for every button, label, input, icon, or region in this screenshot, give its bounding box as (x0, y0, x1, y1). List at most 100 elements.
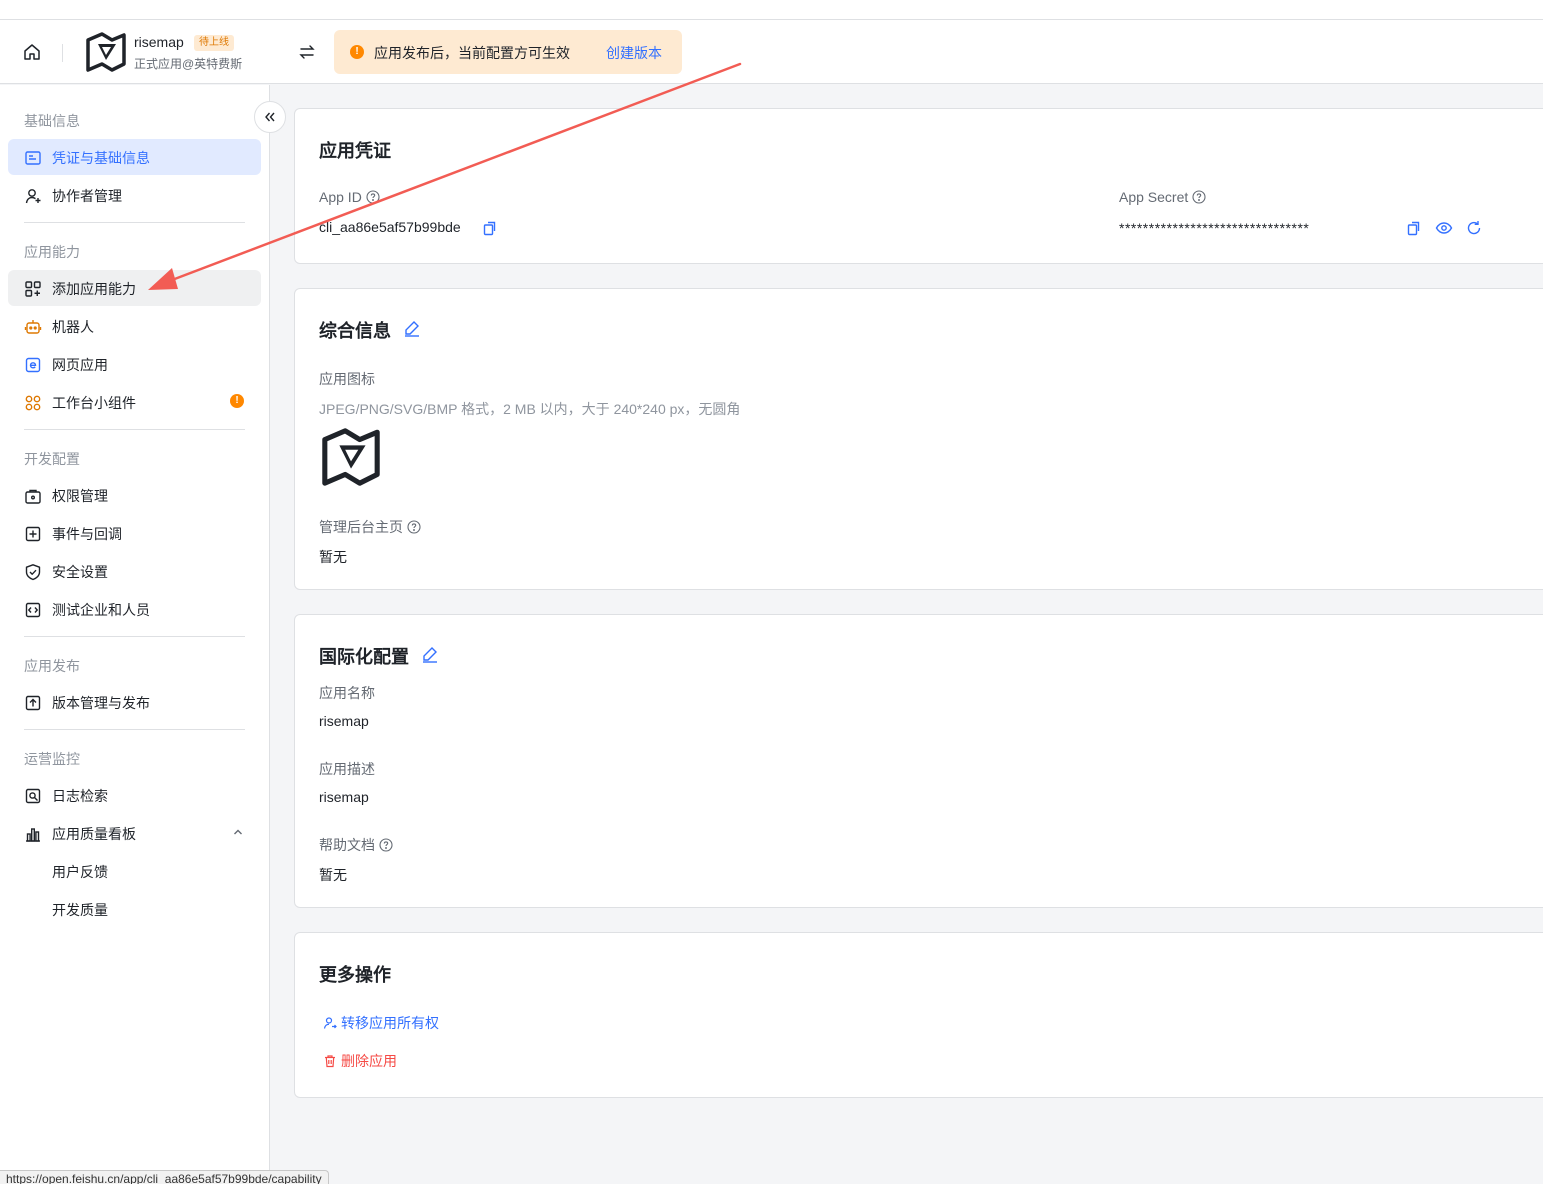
sidebar-item-label: 协作者管理 (52, 188, 122, 204)
card-title: 国际化配置 (319, 647, 409, 667)
delete-app-link[interactable]: 删除应用 (323, 1051, 397, 1071)
edit-icon[interactable] (421, 645, 439, 663)
chevron-up-icon[interactable] (232, 826, 244, 838)
label-text: 管理后台主页 (319, 519, 403, 535)
card-title: 应用凭证 (319, 141, 391, 161)
home-button[interactable] (20, 40, 44, 64)
copy-icon[interactable] (1405, 219, 1423, 237)
sidebar-item-versions[interactable]: 版本管理与发布 (8, 684, 261, 720)
sidebar-item-label: 版本管理与发布 (52, 695, 150, 711)
sidebar-item-label: 开发质量 (52, 902, 108, 918)
label-text: 帮助文档 (319, 837, 375, 853)
app-id-value: cli_aa86e5af57b99bde (319, 219, 461, 235)
i18n-card: 国际化配置 应用名称 risemap 应用描述 risemap 帮助文档 暂无 (294, 614, 1543, 908)
collapse-sidebar-button[interactable] (254, 101, 286, 133)
label-text: App ID (319, 189, 362, 205)
sidebar-item-label: 添加应用能力 (52, 281, 136, 297)
card-title: 更多操作 (319, 965, 391, 985)
section-title-basic: 基础信息 (24, 113, 80, 129)
help-doc-label: 帮助文档 (319, 835, 393, 855)
app-icon-hint: JPEG/PNG/SVG/BMP 格式，2 MB 以内，大于 240*240 p… (319, 401, 741, 417)
sidebar-item-test-org[interactable]: 测试企业和人员 (8, 591, 261, 627)
app-name-value: risemap (319, 713, 369, 729)
header-divider (62, 44, 63, 62)
sidebar-item-web-app[interactable]: 网页应用 (8, 346, 261, 382)
log-search-icon (25, 788, 41, 804)
edit-icon[interactable] (403, 319, 421, 337)
more-actions-card: 更多操作 转移应用所有权 删除应用 (294, 932, 1543, 1098)
admin-home-label: 管理后台主页 (319, 517, 421, 537)
warning-icon: ! (350, 45, 364, 59)
sidebar-subitem-dev-quality[interactable]: 开发质量 (8, 891, 261, 927)
robot-icon (24, 320, 42, 334)
eye-icon[interactable] (1435, 219, 1453, 237)
sidebar-subitem-feedback[interactable]: 用户反馈 (8, 853, 261, 889)
help-icon[interactable] (366, 190, 380, 204)
help-icon[interactable] (407, 520, 421, 534)
sidebar-item-permissions[interactable]: 权限管理 (8, 477, 261, 513)
status-badge: 待上线 (194, 35, 234, 51)
trash-icon (325, 1055, 335, 1068)
user-add-icon (25, 189, 41, 204)
app-icon-label: 应用图标 (319, 371, 375, 387)
sidebar-item-credentials[interactable]: 凭证与基础信息 (8, 139, 261, 175)
credentials-card: 应用凭证 App ID cli_aa86e5af57b99bde App Sec… (294, 108, 1543, 264)
sidebar-divider (24, 429, 245, 430)
app-header: risemap 待上线 正式应用@英特费斯 ! 应用发布后，当前配置方可生效 创… (0, 20, 1543, 84)
section-title-release: 应用发布 (24, 658, 80, 674)
sidebar-item-collaborators[interactable]: 协作者管理 (8, 177, 261, 213)
app-icon-preview[interactable] (319, 425, 383, 489)
sidebar-item-logs[interactable]: 日志检索 (8, 777, 261, 813)
sidebar-item-label: 事件与回调 (52, 526, 122, 542)
sidebar-item-security[interactable]: 安全设置 (8, 553, 261, 589)
help-doc-value: 暂无 (319, 867, 347, 883)
sidebar-item-label: 测试企业和人员 (52, 602, 150, 618)
section-title-capability: 应用能力 (24, 244, 80, 260)
upload-icon (25, 695, 41, 711)
action-label: 转移应用所有权 (341, 1015, 439, 1031)
transfer-ownership-link[interactable]: 转移应用所有权 (323, 1013, 439, 1033)
bar-chart-icon (26, 828, 40, 842)
code-icon (25, 602, 41, 618)
app-name: risemap (134, 34, 184, 50)
web-app-icon (25, 357, 41, 373)
sidebar-item-widget[interactable]: 工作台小组件 ! (8, 384, 261, 420)
sidebar-item-label: 用户反馈 (52, 864, 108, 880)
swap-icon (299, 45, 315, 59)
status-bar-url: https://open.feishu.cn/app/cli_aa86e5af5… (0, 1170, 329, 1184)
label-text: App Secret (1119, 189, 1189, 205)
help-icon[interactable] (1192, 190, 1206, 204)
sidebar-divider (24, 729, 245, 730)
action-label: 删除应用 (341, 1053, 397, 1069)
copy-icon[interactable] (481, 219, 499, 237)
widget-icon (25, 395, 41, 411)
notice-text: 应用发布后，当前配置方可生效 (374, 45, 570, 61)
sidebar: 基础信息 凭证与基础信息 协作者管理 应用能力 添加应用能力 机器人 网页应用 … (0, 85, 270, 1184)
sidebar-divider (24, 636, 245, 637)
section-title-dev: 开发配置 (24, 451, 80, 467)
sidebar-item-bot[interactable]: 机器人 (8, 308, 261, 344)
app-desc-value: risemap (319, 789, 369, 805)
apps-add-icon (25, 281, 41, 297)
app-name-label: 应用名称 (319, 685, 375, 701)
create-version-link[interactable]: 创建版本 (606, 43, 662, 63)
sidebar-item-events[interactable]: 事件与回调 (8, 515, 261, 551)
app-desc-label: 应用描述 (319, 761, 375, 777)
user-transfer-icon (323, 1017, 337, 1029)
help-icon[interactable] (379, 838, 393, 852)
app-secret-value: ******************************** (1119, 220, 1310, 236)
permission-icon (25, 489, 41, 504)
sidebar-item-label: 凭证与基础信息 (52, 150, 150, 166)
sidebar-item-quality[interactable]: 应用质量看板 (8, 815, 261, 851)
sidebar-divider (24, 222, 245, 223)
sidebar-item-add-capability[interactable]: 添加应用能力 (8, 270, 261, 306)
card-title: 综合信息 (319, 321, 391, 341)
publish-notice-banner: ! 应用发布后，当前配置方可生效 创建版本 (334, 30, 682, 74)
info-card: 综合信息 应用图标 JPEG/PNG/SVG/BMP 格式，2 MB 以内，大于… (294, 288, 1543, 590)
id-card-icon (25, 151, 41, 165)
app-logo-icon (86, 32, 126, 72)
refresh-icon[interactable] (1465, 219, 1483, 237)
switch-app-button[interactable] (296, 41, 318, 63)
app-id-label: App ID (319, 189, 380, 205)
double-chevron-left-icon (265, 112, 275, 122)
